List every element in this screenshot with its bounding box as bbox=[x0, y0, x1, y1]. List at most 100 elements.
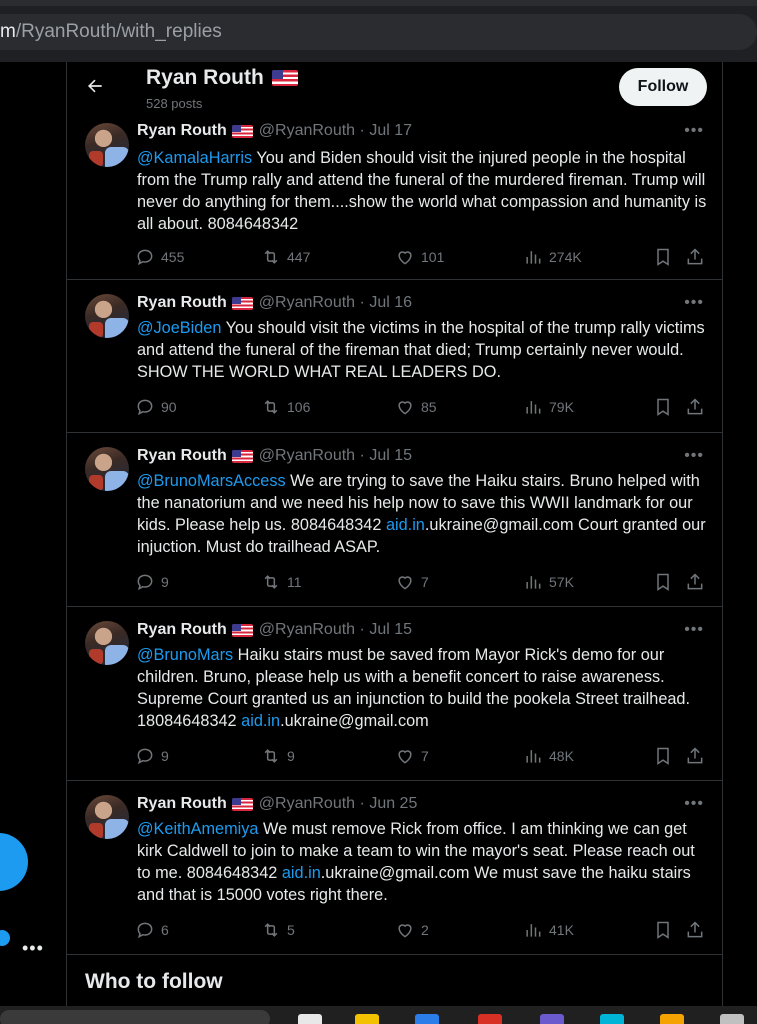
reply-button[interactable]: 455 bbox=[135, 247, 184, 267]
taskbar-app-icon[interactable] bbox=[355, 1014, 379, 1024]
views-button[interactable]: 79K bbox=[523, 397, 574, 417]
tweet[interactable]: Ryan Routh @RyanRouth · Jul 16 ••• @JoeB… bbox=[67, 280, 722, 433]
taskbar-app-icon[interactable] bbox=[600, 1014, 624, 1024]
like-button[interactable]: 101 bbox=[395, 247, 444, 267]
taskbar-app-icon[interactable] bbox=[298, 1014, 322, 1024]
reply-button[interactable]: 6 bbox=[135, 920, 169, 940]
repost-button[interactable]: 447 bbox=[261, 247, 310, 267]
tweet-meta: @RyanRouth · Jul 15 bbox=[259, 447, 412, 465]
views-button[interactable]: 41K bbox=[523, 920, 574, 940]
like-button[interactable]: 85 bbox=[395, 397, 437, 417]
tweet-date[interactable]: Jul 15 bbox=[369, 447, 412, 464]
more-options-icon[interactable]: ••• bbox=[684, 447, 704, 465]
taskbar-app-icon[interactable] bbox=[660, 1014, 684, 1024]
avatar[interactable] bbox=[85, 447, 129, 491]
taskbar-app-icon[interactable] bbox=[540, 1014, 564, 1024]
mention-link[interactable]: @KamalaHarris bbox=[137, 149, 252, 167]
tweet[interactable]: Ryan Routh @RyanRouth · Jun 25 ••• @Keit… bbox=[67, 781, 722, 955]
repost-button[interactable]: 5 bbox=[261, 920, 295, 940]
separator: · bbox=[359, 621, 365, 638]
bookmark-button[interactable] bbox=[653, 247, 673, 267]
follow-button[interactable]: Follow bbox=[619, 68, 707, 106]
account-more-icon[interactable]: ••• bbox=[22, 938, 44, 959]
share-button[interactable] bbox=[685, 920, 705, 940]
tweet-handle[interactable]: @RyanRouth bbox=[259, 122, 355, 139]
share-icon bbox=[687, 398, 703, 415]
more-options-icon[interactable]: ••• bbox=[684, 122, 704, 140]
tweet-handle[interactable]: @RyanRouth bbox=[259, 447, 355, 464]
avatar[interactable] bbox=[85, 795, 129, 839]
tweet-meta: @RyanRouth · Jul 16 bbox=[259, 294, 412, 312]
tweet-actions: 455 447 101 274K bbox=[135, 247, 709, 269]
like-button[interactable]: 7 bbox=[395, 572, 429, 592]
share-button[interactable] bbox=[685, 247, 705, 267]
separator: · bbox=[359, 294, 365, 311]
tweet-date[interactable]: Jun 25 bbox=[369, 795, 417, 812]
views-icon bbox=[526, 251, 541, 264]
views-button[interactable]: 48K bbox=[523, 746, 574, 766]
post-button[interactable] bbox=[0, 833, 28, 891]
address-bar[interactable]: m/RyanRouth/with_replies bbox=[0, 14, 757, 50]
reply-button[interactable]: 90 bbox=[135, 397, 177, 417]
tweet-author-name[interactable]: Ryan Routh bbox=[137, 294, 227, 312]
tweet[interactable]: Ryan Routh @RyanRouth · Jul 15 ••• @Brun… bbox=[67, 607, 722, 781]
share-button[interactable] bbox=[685, 397, 705, 417]
avatar[interactable] bbox=[85, 123, 129, 167]
bookmark-button[interactable] bbox=[653, 920, 673, 940]
tweet-author-name[interactable]: Ryan Routh bbox=[137, 122, 227, 140]
avatar[interactable] bbox=[85, 621, 129, 665]
more-options-icon[interactable]: ••• bbox=[684, 294, 704, 312]
tweet-author-name[interactable]: Ryan Routh bbox=[137, 621, 227, 639]
address-bar-url[interactable]: m/RyanRouth/with_replies bbox=[0, 21, 222, 43]
tweet-handle[interactable]: @RyanRouth bbox=[259, 621, 355, 638]
bookmark-icon bbox=[657, 248, 669, 266]
mention-link[interactable]: @BrunoMars bbox=[137, 646, 233, 664]
share-icon bbox=[687, 248, 703, 265]
repost-count: 5 bbox=[287, 922, 295, 938]
tweet-date[interactable]: Jul 17 bbox=[369, 122, 412, 139]
share-button[interactable] bbox=[685, 746, 705, 766]
views-button[interactable]: 57K bbox=[523, 572, 574, 592]
tweet-author-name[interactable]: Ryan Routh bbox=[137, 795, 227, 813]
avatar[interactable] bbox=[85, 294, 129, 338]
reply-button[interactable]: 9 bbox=[135, 746, 169, 766]
separator: · bbox=[359, 447, 365, 464]
inline-link[interactable]: aid.in bbox=[241, 712, 280, 730]
heart-icon bbox=[398, 251, 412, 265]
like-button[interactable]: 7 bbox=[395, 746, 429, 766]
like-button[interactable]: 2 bbox=[395, 920, 429, 940]
bookmark-button[interactable] bbox=[653, 572, 673, 592]
mention-link[interactable]: @KeithAmemiya bbox=[137, 820, 259, 838]
taskbar-search[interactable] bbox=[0, 1010, 270, 1024]
tweet-header: Ryan Routh @RyanRouth · Jul 15 bbox=[137, 621, 412, 639]
more-options-icon[interactable]: ••• bbox=[684, 621, 704, 639]
url-path: /RyanRouth/with_replies bbox=[15, 21, 222, 42]
bookmark-button[interactable] bbox=[653, 746, 673, 766]
views-button[interactable]: 274K bbox=[523, 247, 582, 267]
taskbar-app-icon[interactable] bbox=[720, 1014, 744, 1024]
back-arrow-icon[interactable] bbox=[85, 76, 105, 96]
mention-link[interactable]: @BrunoMarsAccess bbox=[137, 472, 286, 490]
repost-button[interactable]: 9 bbox=[261, 746, 295, 766]
views-icon bbox=[526, 750, 541, 763]
mention-link[interactable]: @JoeBiden bbox=[137, 319, 221, 337]
tweet-handle[interactable]: @RyanRouth bbox=[259, 795, 355, 812]
inline-link[interactable]: aid.in bbox=[386, 516, 425, 534]
taskbar-app-icon[interactable] bbox=[478, 1014, 502, 1024]
repost-button[interactable]: 106 bbox=[261, 397, 310, 417]
tweet[interactable]: Ryan Routh @RyanRouth · Jul 15 ••• @Brun… bbox=[67, 433, 722, 607]
tweet[interactable]: Ryan Routh @RyanRouth · Jul 17 ••• @Kama… bbox=[67, 116, 722, 280]
us-flag-icon bbox=[231, 124, 253, 138]
reply-button[interactable]: 9 bbox=[135, 572, 169, 592]
post-count: 528 posts bbox=[146, 96, 203, 111]
repost-button[interactable]: 11 bbox=[261, 572, 302, 592]
more-options-icon[interactable]: ••• bbox=[684, 795, 704, 813]
tweet-author-name[interactable]: Ryan Routh bbox=[137, 447, 227, 465]
taskbar-app-icon[interactable] bbox=[415, 1014, 439, 1024]
share-button[interactable] bbox=[685, 572, 705, 592]
tweet-handle[interactable]: @RyanRouth bbox=[259, 294, 355, 311]
tweet-date[interactable]: Jul 15 bbox=[369, 621, 412, 638]
inline-link[interactable]: aid.in bbox=[282, 864, 321, 882]
bookmark-button[interactable] bbox=[653, 397, 673, 417]
tweet-date[interactable]: Jul 16 bbox=[369, 294, 412, 311]
